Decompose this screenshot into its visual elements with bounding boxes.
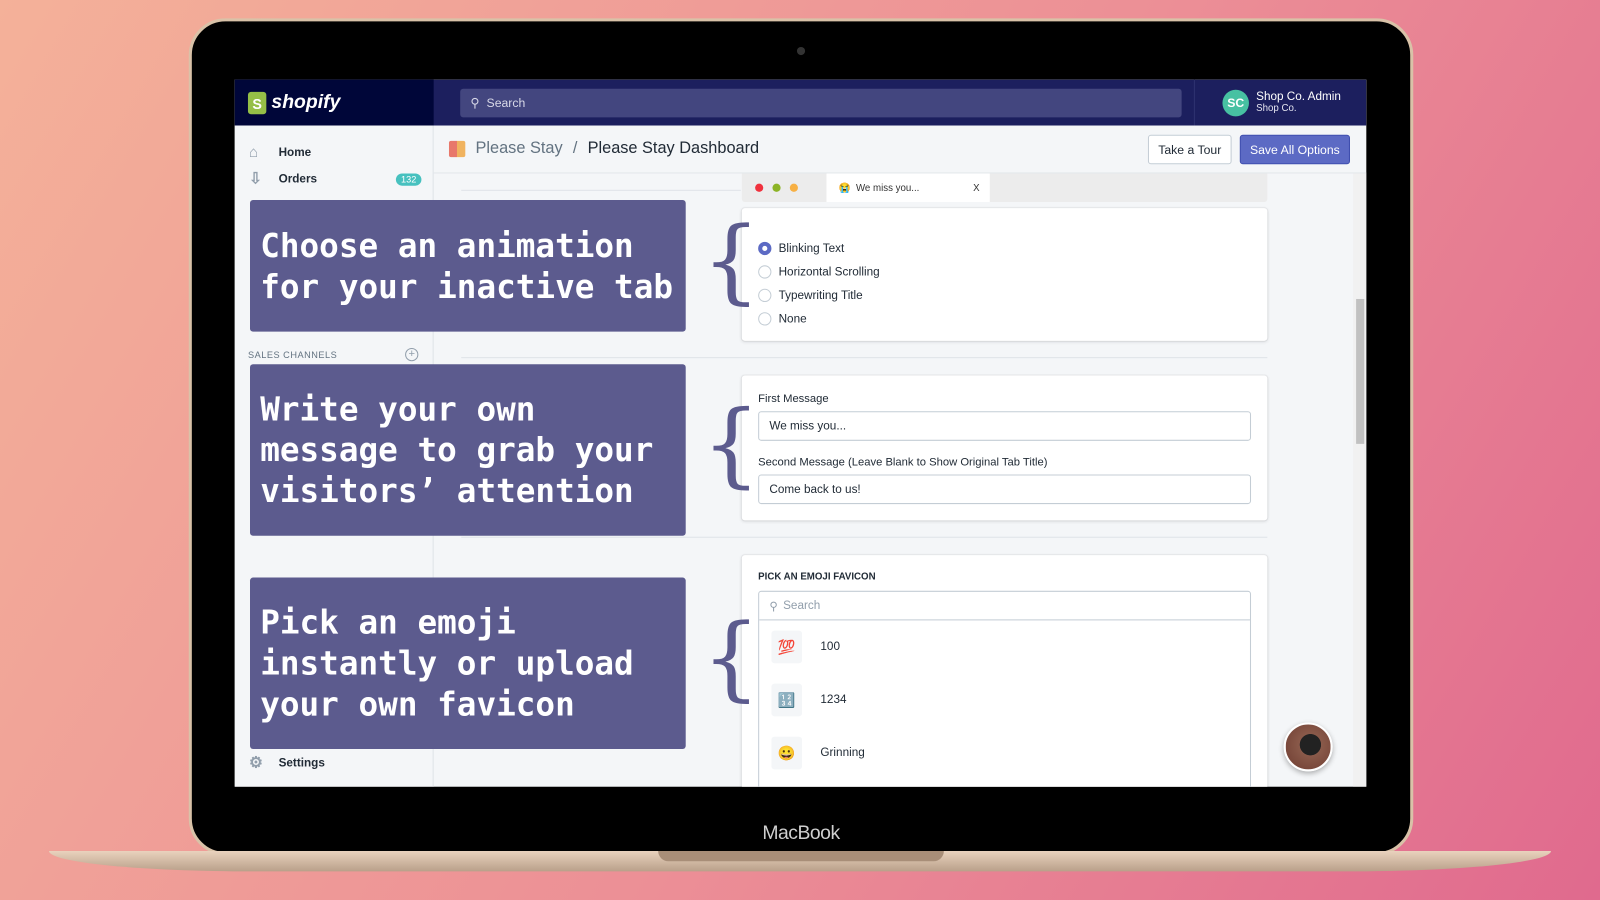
screen: S shopify ⚲ Search SC Shop Co. Admin Sho… <box>234 79 1367 787</box>
radio-none[interactable]: None <box>758 307 1251 330</box>
browser-tab-preview: 😭 We miss you... X <box>741 173 1268 203</box>
animation-card: Blinking Text Horizontal Scrolling Typew… <box>741 208 1268 341</box>
brace-icon: { <box>702 207 761 315</box>
radio-label: Horizontal Scrolling <box>778 265 880 279</box>
overlay-animation: Choose an animation for your inactive ta… <box>249 199 686 332</box>
breadcrumb-separator: / <box>572 139 578 158</box>
first-message-label: First Message <box>758 392 829 406</box>
radio-blinking-text[interactable]: Blinking Text <box>758 237 1251 260</box>
second-message-label: Second Message (Leave Blank to Show Orig… <box>758 456 1048 469</box>
tab-title: We miss you... <box>855 182 920 194</box>
save-all-options-button[interactable]: Save All Options <box>1239 134 1350 165</box>
scrollbar[interactable] <box>1353 173 1367 787</box>
logo-text: shopify <box>271 91 341 113</box>
avatar: SC <box>1222 89 1249 116</box>
sidebar-item-orders[interactable]: ⇩ Orders <box>249 171 317 187</box>
emoji-item[interactable]: 💯 100 <box>759 620 1250 673</box>
stage: MacBook S shopify ⚲ Search SC Shop Co. A… <box>0 0 1600 900</box>
tab-close-icon: X <box>973 182 980 194</box>
divider <box>461 357 1268 359</box>
emoji-label: 100 <box>820 640 840 654</box>
camera <box>796 46 806 56</box>
user-menu[interactable]: SC Shop Co. Admin Shop Co. <box>1193 79 1366 126</box>
emoji-label: Grinning <box>820 746 865 760</box>
laptop-notch <box>658 851 944 862</box>
maximize-dot <box>789 183 798 192</box>
search-placeholder: Search <box>486 95 526 111</box>
user-name: Shop Co. Admin <box>1256 90 1341 104</box>
search-input[interactable]: ⚲ Search <box>460 88 1182 118</box>
page-title: Please Stay Dashboard <box>587 139 760 158</box>
breadcrumb-parent[interactable]: Please Stay <box>476 140 563 158</box>
orders-icon: ⇩ <box>248 170 262 188</box>
divider <box>461 536 1268 538</box>
emoji-heading: PICK AN EMOJI FAVICON <box>758 571 876 583</box>
take-tour-button[interactable]: Take a Tour <box>1147 134 1232 165</box>
emoji-picker: ⚲ Search 💯 100 🔢 1234 😀 Grinning <box>758 590 1252 787</box>
scrollbar-thumb[interactable] <box>1356 298 1365 444</box>
emoji-card: PICK AN EMOJI FAVICON ⚲ Search 💯 100 🔢 1234… <box>741 555 1268 787</box>
crying-emoji-icon: 😭 <box>838 182 851 194</box>
search-icon: ⚲ <box>769 600 778 613</box>
shopify-bag-icon: S <box>247 91 267 114</box>
emoji-search-placeholder: Search <box>783 599 821 612</box>
brace-icon: { <box>702 390 761 498</box>
add-sales-channel-icon[interactable]: + <box>405 347 419 362</box>
shopify-logo[interactable]: S shopify <box>234 79 434 126</box>
emoji-item[interactable]: 😀 Grinning <box>759 727 1250 780</box>
app-icon <box>448 140 466 158</box>
emoji-item[interactable]: 🔢 1234 <box>759 673 1250 726</box>
support-chat-avatar[interactable] <box>1283 722 1333 772</box>
divider <box>461 189 741 191</box>
breadcrumb: Please Stay / Please Stay Dashboard <box>448 139 760 158</box>
hundred-emoji-icon: 💯 <box>771 630 803 664</box>
overlay-message: Write your own message to grab your visi… <box>249 364 686 536</box>
sidebar-item-settings[interactable]: ⚙ Settings <box>249 755 325 771</box>
preview-tab: 😭 We miss you... X <box>826 173 990 203</box>
minimize-dot <box>772 183 781 192</box>
device-brand: MacBook <box>762 822 840 844</box>
orders-badge: 132 <box>395 173 422 186</box>
sidebar-item-label: Home <box>278 146 312 160</box>
radio-horizontal-scrolling[interactable]: Horizontal Scrolling <box>758 260 1251 283</box>
sidebar-item-label: Orders <box>278 173 318 186</box>
emoji-label: 1234 <box>820 693 847 707</box>
grinning-emoji-icon: 😀 <box>771 736 803 770</box>
messages-card: First Message We miss you... Second Mess… <box>741 375 1268 521</box>
shop-name: Shop Co. <box>1256 103 1297 115</box>
home-icon: ⌂ <box>248 143 259 162</box>
overlay-emoji: Pick an emoji instantly or upload your o… <box>249 577 686 749</box>
page-header: Please Stay / Please Stay Dashboard Take… <box>433 126 1367 174</box>
emoji-search-input[interactable]: ⚲ Search <box>759 592 1250 621</box>
radio-label: Typewriting Title <box>778 289 863 302</box>
brace-icon: { <box>702 604 761 712</box>
first-message-input[interactable]: We miss you... <box>758 411 1252 441</box>
radio-label: Blinking Text <box>778 242 845 255</box>
close-dot <box>755 183 764 192</box>
search-icon: ⚲ <box>470 95 480 111</box>
second-message-input[interactable]: Come back to us! <box>758 474 1252 505</box>
sales-channels-heading: SALES CHANNELS <box>247 349 338 361</box>
radio-typewriting-title[interactable]: Typewriting Title <box>758 284 1251 307</box>
numbers-emoji-icon: 🔢 <box>771 683 803 717</box>
sidebar-item-home[interactable]: ⌂ Home <box>248 143 312 162</box>
gear-icon: ⚙ <box>248 754 263 772</box>
sidebar-item-label: Settings <box>278 757 325 770</box>
radio-label: None <box>778 312 807 325</box>
